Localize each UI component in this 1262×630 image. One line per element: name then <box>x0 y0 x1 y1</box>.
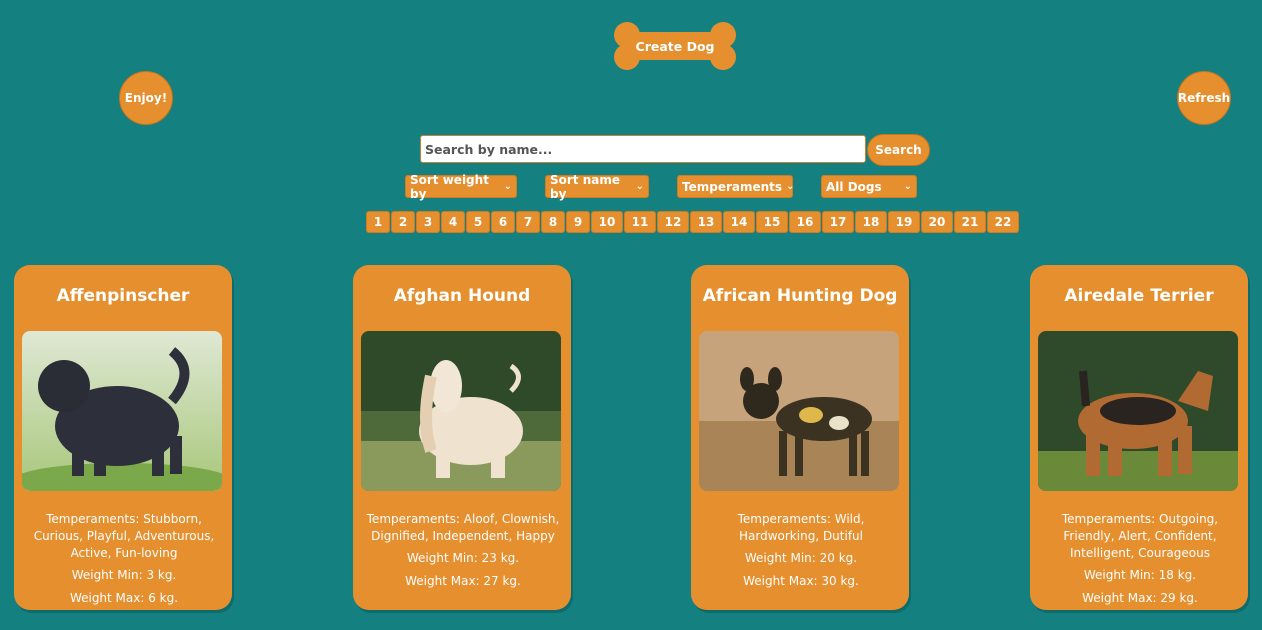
page-button-13[interactable]: 13 <box>690 211 722 233</box>
dog-name: Afghan Hound <box>393 286 531 306</box>
dog-weight-max: Weight Max: 29 kg. <box>1082 591 1198 605</box>
dog-card[interactable]: Airedale Terrier Temperaments: Outgoing,… <box>1030 265 1248 610</box>
page-button-8[interactable]: 8 <box>541 211 565 233</box>
dog-temperaments: Temperaments: Wild, Hardworking, Dutiful <box>737 512 865 543</box>
page-button-7[interactable]: 7 <box>516 211 540 233</box>
dog-name: Affenpinscher <box>56 286 190 306</box>
sort-weight-label: Sort weight by <box>410 172 489 201</box>
dog-name: African Hunting Dog <box>702 286 898 306</box>
temperaments-select[interactable]: Temperaments ⌄ <box>677 175 795 198</box>
dog-image <box>1038 331 1238 491</box>
dog-weight-max: Weight Max: 6 kg. <box>69 591 179 605</box>
page-button-18[interactable]: 18 <box>855 211 887 233</box>
page-button-4[interactable]: 4 <box>441 211 465 233</box>
dog-image <box>699 331 899 491</box>
create-dog-label: Create Dog <box>635 39 715 54</box>
page-button-20[interactable]: 20 <box>921 211 953 233</box>
dog-weight-min: Weight Min: 18 kg. <box>1083 568 1197 582</box>
create-dog-button[interactable]: Create Dog <box>614 22 736 70</box>
sort-name-label: Sort name by <box>550 172 621 201</box>
pagination: 1 2 3 4 5 6 7 8 9 10 11 12 13 14 15 16 17 18 19 20 21 22 <box>366 211 1020 233</box>
dog-image <box>361 331 561 491</box>
search-input[interactable] <box>420 135 866 163</box>
dog-weight-min: Weight Min: 3 kg. <box>71 568 177 582</box>
dog-weight-max: Weight Max: 30 kg. <box>743 574 859 588</box>
enjoy-button[interactable]: Enjoy! <box>119 71 173 125</box>
page-button-6[interactable]: 6 <box>491 211 515 233</box>
chevron-down-icon: ⌄ <box>786 181 795 192</box>
page-button-11[interactable]: 11 <box>624 211 656 233</box>
dog-weight-max: Weight Max: 27 kg. <box>405 574 521 588</box>
dog-card[interactable]: Affenpinscher Temperaments: Stubborn, Cu… <box>14 265 232 610</box>
page-button-17[interactable]: 17 <box>822 211 854 233</box>
source-select[interactable]: All Dogs ⌄ <box>821 175 917 198</box>
page-button-21[interactable]: 21 <box>954 211 986 233</box>
refresh-button[interactable]: Refresh <box>1177 71 1231 125</box>
dog-temperaments: Temperaments: Outgoing, Friendly, Alert,… <box>1061 512 1219 560</box>
page-button-10[interactable]: 10 <box>591 211 623 233</box>
page-button-19[interactable]: 19 <box>888 211 920 233</box>
chevron-down-icon: ⌄ <box>903 181 912 192</box>
page-button-9[interactable]: 9 <box>566 211 590 233</box>
page-button-12[interactable]: 12 <box>657 211 689 233</box>
dog-weight-min: Weight Min: 23 kg. <box>406 551 520 565</box>
sort-name-select[interactable]: Sort name by ⌄ <box>545 172 649 201</box>
page-button-15[interactable]: 15 <box>756 211 788 233</box>
page-button-14[interactable]: 14 <box>723 211 755 233</box>
dog-card[interactable]: Afghan Hound Temperaments: Aloof, Clowni… <box>353 265 571 610</box>
page-button-1[interactable]: 1 <box>366 211 390 233</box>
dog-weight-min: Weight Min: 20 kg. <box>744 551 858 565</box>
sort-weight-select[interactable]: Sort weight by ⌄ <box>405 172 517 201</box>
chevron-down-icon: ⌄ <box>635 181 644 192</box>
dog-card[interactable]: African Hunting Dog Temperaments: Wild, … <box>691 265 909 610</box>
page-button-3[interactable]: 3 <box>416 211 440 233</box>
dog-temperaments: Temperaments: Stubborn, Curious, Playful… <box>33 512 215 560</box>
source-label: All Dogs <box>826 179 882 194</box>
search-button[interactable]: Search <box>867 134 930 166</box>
page-button-5[interactable]: 5 <box>466 211 490 233</box>
dog-temperaments: Temperaments: Aloof, Clownish, Dignified… <box>366 512 560 543</box>
page-button-22[interactable]: 22 <box>987 211 1019 233</box>
temperaments-label: Temperaments <box>682 179 783 194</box>
dog-image <box>22 331 222 491</box>
page-button-16[interactable]: 16 <box>789 211 821 233</box>
chevron-down-icon: ⌄ <box>503 181 512 192</box>
page-button-2[interactable]: 2 <box>391 211 415 233</box>
dog-name: Airedale Terrier <box>1064 286 1214 306</box>
